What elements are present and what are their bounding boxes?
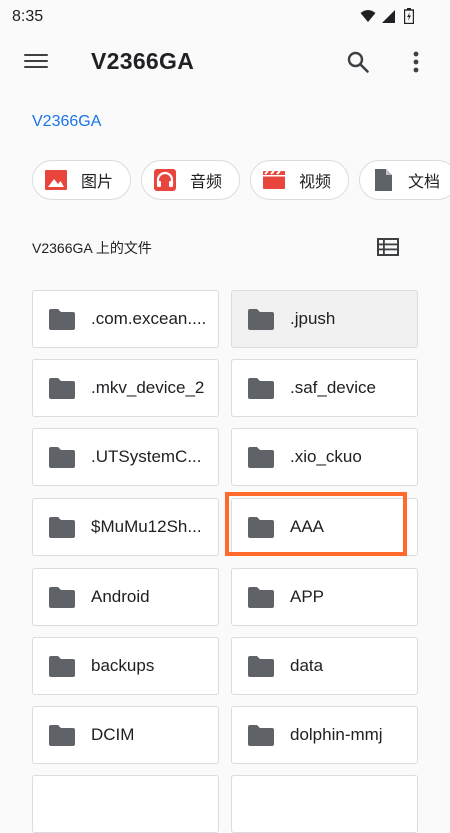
folder-name: .mkv_device_2	[91, 378, 205, 397]
folder-tile[interactable]	[231, 775, 418, 833]
image-icon	[45, 170, 67, 190]
folder-tile[interactable]: .xio_ckuo	[231, 428, 418, 486]
folder-icon	[49, 725, 75, 746]
wifi-icon	[360, 10, 376, 22]
folder-tile[interactable]: DCIM	[32, 706, 219, 764]
folder-name: .UTSystemC...	[91, 447, 202, 466]
folder-name: DCIM	[91, 725, 135, 744]
menu-icon[interactable]	[24, 50, 48, 72]
chip-label: 音频	[190, 174, 223, 191]
folder-tile[interactable]	[32, 775, 219, 833]
folder-icon	[248, 656, 274, 677]
folder-name: $MuMu12Sh...	[91, 517, 202, 536]
status-time: 8:35	[12, 8, 44, 25]
folder-name: .saf_device	[290, 378, 376, 397]
more-options-icon[interactable]	[406, 50, 426, 74]
video-icon	[263, 170, 285, 189]
folder-tile[interactable]: data	[231, 637, 418, 695]
folder-name: .jpush	[290, 309, 336, 328]
folder-icon	[49, 656, 75, 677]
folder-icon	[248, 447, 274, 468]
chip-label: 视频	[299, 174, 332, 191]
list-view-icon[interactable]	[377, 238, 399, 256]
folder-tile[interactable]: .jpush	[231, 290, 418, 348]
folder-tile[interactable]: Android	[32, 568, 219, 626]
headphones-icon	[154, 169, 176, 191]
folder-name: AAA	[290, 517, 325, 536]
folder-tile[interactable]: .com.excean....	[32, 290, 219, 348]
folder-tile[interactable]: .mkv_device_2	[32, 359, 219, 417]
folder-icon	[49, 378, 75, 399]
document-icon	[375, 169, 392, 191]
folder-name: APP	[290, 587, 325, 606]
chip-documents[interactable]: 文档	[359, 160, 450, 200]
folder-tile[interactable]: APP	[231, 568, 418, 626]
chip-audio[interactable]: 音频	[141, 160, 240, 200]
folder-name: dolphin-mmj	[290, 725, 383, 744]
page-title: V2366GA	[91, 48, 195, 74]
folder-tile[interactable]: AAA	[231, 498, 418, 556]
folder-name: .com.excean....	[91, 309, 207, 328]
folder-name: data	[290, 656, 324, 675]
folder-name: .xio_ckuo	[290, 447, 362, 466]
folder-icon	[248, 587, 274, 608]
section-title: V2366GA 上的文件	[32, 240, 152, 256]
folder-name: Android	[91, 587, 150, 606]
folder-icon	[248, 517, 274, 538]
folder-tile[interactable]: backups	[32, 637, 219, 695]
folder-icon	[49, 587, 75, 608]
folder-tile[interactable]: $MuMu12Sh...	[32, 498, 219, 556]
signal-icon	[382, 10, 395, 23]
status-bar: 8:35	[0, 0, 450, 34]
battery-icon	[404, 8, 414, 24]
chip-video[interactable]: 视频	[250, 160, 349, 200]
folder-name: backups	[91, 656, 155, 675]
search-icon[interactable]	[346, 50, 370, 74]
folder-tile[interactable]: .saf_device	[231, 359, 418, 417]
chip-label: 文档	[408, 174, 441, 191]
folder-icon	[248, 725, 274, 746]
folder-icon	[49, 447, 75, 468]
chip-label: 图片	[81, 174, 114, 191]
folder-icon	[49, 309, 75, 330]
folder-tile[interactable]: dolphin-mmj	[231, 706, 418, 764]
folder-icon	[49, 517, 75, 538]
chip-images[interactable]: 图片	[32, 160, 131, 200]
folder-icon	[248, 309, 274, 330]
breadcrumb[interactable]: V2366GA	[32, 113, 101, 131]
folder-icon	[248, 378, 274, 399]
folder-tile[interactable]: .UTSystemC...	[32, 428, 219, 486]
